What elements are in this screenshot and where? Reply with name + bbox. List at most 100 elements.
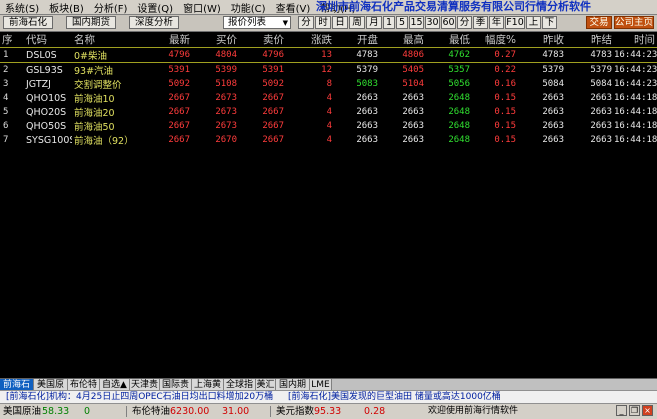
row-bid: 2673 (215, 107, 237, 117)
col-pct[interactable]: 幅度% (472, 32, 518, 48)
domestic-futures-button[interactable]: 国内期货 (66, 16, 116, 29)
table-row[interactable]: 3 JGTZJ 交割调整价 5092 5108 5092 8 5083 5104… (0, 77, 657, 92)
key-minute[interactable]: 分 (298, 16, 314, 29)
row-pct: 0.27 (472, 47, 518, 63)
row-pct: 0.16 (494, 79, 516, 89)
brent-value: 6230.00 (170, 406, 210, 417)
row-pct: 0.22 (494, 65, 516, 75)
row-change: 13 (286, 47, 334, 63)
row-low: 2648 (448, 135, 470, 145)
row-prev-close: 2663 (542, 93, 564, 103)
col-last[interactable]: 最新 (150, 32, 192, 48)
key-week[interactable]: 周 (349, 16, 365, 29)
menu-analysis[interactable]: 分析(F) (89, 0, 133, 15)
brent-change: 31.00 (222, 406, 250, 417)
table-row[interactable]: 5 QHO20S 前海油20 2667 2673 2667 4 2663 266… (0, 105, 657, 120)
key-60min[interactable]: 60 (441, 16, 456, 29)
table-row[interactable]: 7 SYSG100S 前海油（92） 2667 2670 2667 4 2663… (0, 133, 657, 148)
company-home-button[interactable]: 公司主页 (614, 16, 654, 29)
row-prev-settle: 4783 (566, 47, 614, 63)
row-high: 2663 (402, 93, 424, 103)
col-index[interactable]: 序 (0, 32, 24, 48)
key-5min[interactable]: 5 (396, 16, 408, 29)
key-minute-2[interactable]: 分 (457, 16, 472, 29)
table-row[interactable]: 4 QHO10S 前海油10 2667 2673 2667 4 2663 266… (0, 91, 657, 106)
key-month[interactable]: 月 (366, 16, 382, 29)
table-row[interactable]: 2 GSL93S 93#汽油 5391 5399 5391 12 5379 54… (0, 63, 657, 78)
col-high[interactable]: 最高 (380, 32, 426, 48)
key-1min[interactable]: 1 (383, 16, 395, 29)
key-timeshare[interactable]: 时 (315, 16, 331, 29)
menu-settings[interactable]: 设置(Q) (132, 0, 178, 15)
row-open: 2663 (356, 107, 378, 117)
table-row[interactable]: 1 DSL0S 0#柴油 4796 4804 4796 13 4783 4806… (0, 47, 657, 63)
status-bar: 美国原油 58.33 0 布伦特油 6230.00 31.00 美元指数 95.… (0, 403, 657, 419)
row-open: 2663 (356, 135, 378, 145)
col-time[interactable]: 时间 (614, 32, 657, 48)
row-time: 16:44:18 (614, 135, 657, 145)
col-prev-close[interactable]: 昨收 (518, 32, 566, 48)
restore-icon[interactable]: ❐ (629, 405, 640, 416)
quote-table: 序 代码 名称 最新 买价 卖价 涨跌 开盘 最高 最低 幅度% 昨收 昨结 时… (0, 32, 657, 147)
menu-function[interactable]: 功能(C) (226, 0, 271, 15)
col-prev-settle[interactable]: 昨结 (566, 32, 614, 48)
row-open: 4783 (334, 47, 380, 63)
row-low: 2648 (448, 121, 470, 131)
row-prev-settle: 5379 (590, 65, 612, 75)
key-prev[interactable]: 上 (526, 16, 541, 29)
key-15min[interactable]: 15 (409, 16, 424, 29)
col-change[interactable]: 涨跌 (286, 32, 334, 48)
row-name: 0#柴油 (72, 47, 150, 63)
menu-view[interactable]: 查看(V) (271, 0, 316, 15)
close-icon[interactable]: × (642, 405, 653, 416)
toolbar: 前海石化 国内期货 深度分析 报价列表 ▼ 分 时 日 周 月 1 5 15 3… (0, 15, 657, 32)
key-f10[interactable]: F10 (505, 16, 525, 29)
row-time: 16:44:18 (614, 93, 657, 103)
col-low[interactable]: 最低 (426, 32, 472, 48)
key-quarter[interactable]: 季 (473, 16, 488, 29)
qianhai-button[interactable]: 前海石化 (3, 16, 53, 29)
row-name: 前海油（92） (74, 136, 134, 147)
table-header-row: 序 代码 名称 最新 买价 卖价 涨跌 开盘 最高 最低 幅度% 昨收 昨结 时… (0, 32, 657, 48)
col-code[interactable]: 代码 (24, 32, 72, 48)
col-ask[interactable]: 卖价 (239, 32, 286, 48)
table-row[interactable]: 6 QHO50S 前海油50 2667 2673 2667 4 2663 266… (0, 119, 657, 134)
key-30min[interactable]: 30 (425, 16, 440, 29)
key-year[interactable]: 年 (489, 16, 504, 29)
row-change: 4 (326, 121, 332, 131)
row-bid: 2673 (215, 93, 237, 103)
col-bid[interactable]: 买价 (192, 32, 239, 48)
menu-window[interactable]: 窗口(W) (178, 0, 226, 15)
row-bid: 4804 (192, 47, 239, 63)
row-time: 16:44:23 (614, 65, 657, 75)
usd-index-label: 美元指数 (276, 406, 315, 417)
depth-analysis-button[interactable]: 深度分析 (129, 16, 179, 29)
row-change: 4 (326, 135, 332, 145)
row-time: 16:44:18 (614, 121, 657, 131)
quote-list-dropdown[interactable]: 报价列表 ▼ (223, 16, 291, 29)
row-index: 3 (3, 79, 9, 89)
minimize-icon[interactable]: _ (616, 405, 627, 416)
key-day[interactable]: 日 (332, 16, 348, 29)
row-prev-settle: 2663 (590, 135, 612, 145)
col-name[interactable]: 名称 (72, 32, 150, 48)
news-item-oilfield[interactable]: [前海石化]美国发现的巨型油田 储量或高达1000亿桶 (288, 391, 501, 403)
col-open[interactable]: 开盘 (334, 32, 380, 48)
row-last: 5391 (168, 65, 190, 75)
row-high: 5405 (402, 65, 424, 75)
row-last: 2667 (168, 107, 190, 117)
menu-system[interactable]: 系统(S) (0, 0, 44, 15)
usd-index-change: 0.28 (364, 406, 386, 417)
news-item-opec[interactable]: [前海石化]机构：4月25日止四周OPEC石油日均出口料增加20万桶 (6, 391, 273, 403)
row-name: 交割调整价 (74, 80, 122, 91)
row-prev-settle: 2663 (590, 93, 612, 103)
row-change: 12 (321, 65, 332, 75)
trade-button[interactable]: 交易 (586, 16, 612, 29)
us-crude-value: 58.33 (42, 406, 70, 417)
row-ask: 2667 (262, 107, 284, 117)
row-last: 5092 (168, 79, 190, 89)
row-index: 4 (3, 93, 9, 103)
key-next[interactable]: 下 (542, 16, 557, 29)
menu-sector[interactable]: 板块(B) (44, 0, 89, 15)
us-crude-change: 0 (84, 406, 91, 417)
